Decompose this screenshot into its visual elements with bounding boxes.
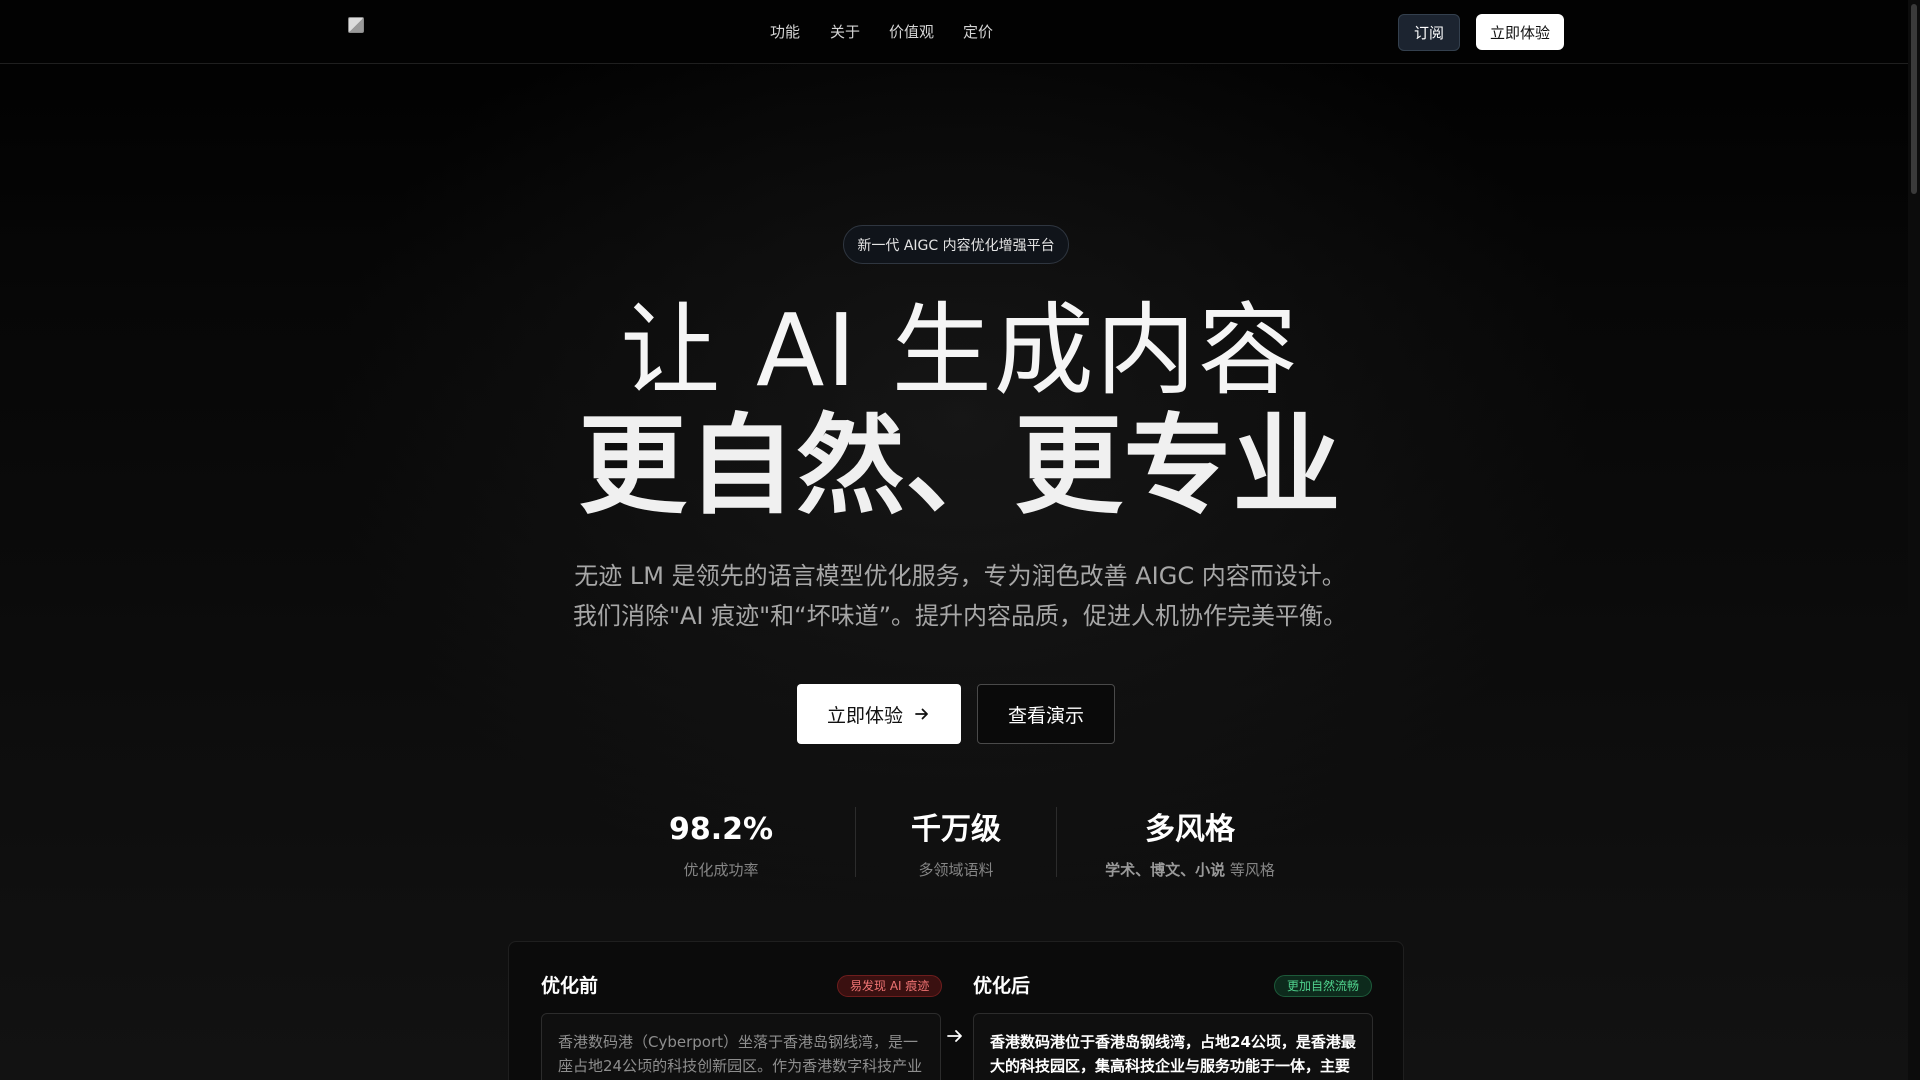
nav-link-about[interactable]: 关于 (830, 22, 860, 42)
view-demo-button[interactable]: 查看演示 (977, 684, 1115, 744)
before-tag: 易发现 AI 痕迹 (837, 975, 943, 997)
stat-label: 优化成功率 (683, 861, 759, 879)
subscribe-button[interactable]: 订阅 (1398, 14, 1460, 51)
hero-description: 无迹 LM 是领先的语言模型优化服务，专为润色改善 AIGC 内容而设计。 我们… (460, 556, 1460, 636)
stat-label: 多领域语料 (918, 861, 994, 879)
after-title: 优化后 (973, 975, 1031, 997)
stat-label-rest: 等风格 (1225, 861, 1275, 879)
comparison-card: 优化前 易发现 AI 痕迹 香港数码港（Cyberport）坐落于香港岛钢线湾，… (508, 941, 1404, 1080)
stat-corpus: 千万级 多领域语料 (876, 808, 1036, 882)
hero-description-line1: 无迹 LM 是领先的语言模型优化服务，专为润色改善 AIGC 内容而设计。 (574, 562, 1346, 590)
try-now-label: 立即体验 (826, 704, 903, 727)
hero-title-line2: 更自然、更专业 (578, 404, 1342, 529)
landing-page: 功能 关于 价值观 定价 订阅 立即体验 新一代 AIGC 内容优化增强平台 让… (0, 0, 1920, 1080)
before-title: 优化前 (541, 975, 599, 997)
nav-link-pricing[interactable]: 定价 (963, 22, 993, 42)
hero-description-line2: 我们消除"AI 痕迹"和“坏味道”。提升内容品质，促进人机协作完美平衡。 (572, 602, 1348, 630)
stat-value: 98.2% (668, 812, 774, 847)
page-scrollbar[interactable] (1908, 0, 1920, 1080)
stat-value: 多风格 (1145, 812, 1235, 847)
after-text-box: 香港数码港位于香港岛钢线湾，占地24公顷，是香港最大的科技园区，集高科技企业与服… (973, 1013, 1373, 1080)
try-now-button-header[interactable]: 立即体验 (1476, 14, 1564, 50)
stat-styles: 多风格 学术、博文、小说 等风格 (1080, 808, 1300, 882)
stat-label: 学术、博文、小说 等风格 (1080, 858, 1300, 882)
nav-link-values[interactable]: 价值观 (889, 22, 934, 42)
after-tag: 更加自然流畅 (1274, 975, 1373, 997)
stat-divider (855, 807, 856, 877)
stat-value: 千万级 (911, 812, 1001, 847)
arrow-right-icon (947, 1030, 962, 1042)
nav-link-features[interactable]: 功能 (770, 22, 800, 42)
arrow-right-icon (915, 708, 928, 720)
hero-badge: 新一代 AIGC 内容优化增强平台 (843, 225, 1069, 264)
stat-success-rate: 98.2% 优化成功率 (641, 808, 801, 882)
stat-label-bold: 学术、博文、小说 (1105, 861, 1226, 879)
stat-divider (1056, 807, 1057, 877)
main-nav: 功能 关于 价值观 定价 (0, 0, 1920, 64)
try-now-button[interactable]: 立即体验 (797, 684, 961, 744)
hero-title-line1: 让 AI 生成内容 (620, 292, 1300, 409)
before-text-box: 香港数码港（Cyberport）坐落于香港岛钢线湾，是一座占地24公顷的科技创新… (541, 1013, 941, 1080)
top-navbar: 功能 关于 价值观 定价 订阅 立即体验 (0, 0, 1920, 64)
scrollbar-thumb[interactable] (1911, 4, 1917, 194)
